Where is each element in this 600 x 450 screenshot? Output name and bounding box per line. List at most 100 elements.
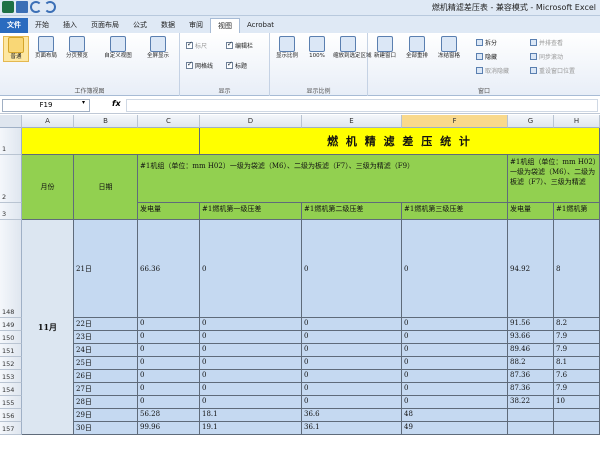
synchronous-scrolling-button[interactable]: 同步滚动 [530, 52, 563, 61]
row-header[interactable]: 155 [0, 396, 22, 409]
table-cell-h[interactable]: 7.9 [554, 331, 600, 344]
tab-acrobat[interactable]: Acrobat [240, 18, 281, 33]
row-header[interactable]: 152 [0, 357, 22, 370]
table-cell-h[interactable]: 10 [554, 396, 600, 409]
gridlines-checkbox[interactable]: 网格线 [186, 60, 213, 70]
select-all-corner[interactable] [0, 115, 22, 128]
column-header-h[interactable]: H [554, 115, 600, 128]
row-header[interactable]: 1 [0, 128, 22, 155]
table-cell-e[interactable]: 0 [302, 220, 402, 318]
row-header[interactable]: 151 [0, 344, 22, 357]
table-cell-d[interactable]: 0 [200, 370, 302, 383]
table-cell-e[interactable]: 36.1 [302, 422, 402, 435]
column-header-b[interactable]: B [74, 115, 138, 128]
sub-header[interactable]: #1燃机第三级压差 [402, 203, 508, 220]
table-cell-d[interactable]: 19.1 [200, 422, 302, 435]
table-cell-g[interactable]: 88.2 [508, 357, 554, 370]
row-header[interactable]: 156 [0, 409, 22, 422]
column-header-a[interactable]: A [22, 115, 74, 128]
tab-formulas[interactable]: 公式 [126, 18, 154, 33]
table-cell-date[interactable]: 29日 [74, 409, 138, 422]
formula-input[interactable] [126, 99, 598, 112]
table-cell-d[interactable]: 0 [200, 396, 302, 409]
table-cell-h[interactable]: 7.9 [554, 344, 600, 357]
freeze-panes-button[interactable]: 冻结窗格 [436, 36, 462, 60]
table-cell-c[interactable]: 0 [138, 370, 200, 383]
headings-checkbox[interactable]: 标题 [226, 60, 247, 70]
table-cell-date[interactable]: 21日 [74, 220, 138, 318]
table-cell-date[interactable]: 30日 [74, 422, 138, 435]
tab-data[interactable]: 数据 [154, 18, 182, 33]
sub-header[interactable]: #1燃机第一级压差 [200, 203, 302, 220]
table-cell-e[interactable]: 0 [302, 357, 402, 370]
table-cell-h[interactable]: 8.2 [554, 318, 600, 331]
table-cell-g[interactable]: 91.56 [508, 318, 554, 331]
table-cell-c[interactable]: 56.28 [138, 409, 200, 422]
table-cell-e[interactable]: 0 [302, 396, 402, 409]
sub-header[interactable]: 发电量 [138, 203, 200, 220]
table-cell-f[interactable]: 0 [402, 396, 508, 409]
table-cell-g[interactable] [508, 409, 554, 422]
table-cell-c[interactable]: 0 [138, 318, 200, 331]
row-header[interactable]: 3 [0, 203, 22, 220]
table-cell-date[interactable]: 23日 [74, 331, 138, 344]
table-cell-h[interactable]: 8 [554, 220, 600, 318]
column-header-c[interactable]: C [138, 115, 200, 128]
insert-function-icon[interactable]: fx [112, 99, 121, 108]
table-cell-e[interactable]: 36.6 [302, 409, 402, 422]
table-cell-d[interactable]: 0 [200, 220, 302, 318]
table-cell-g[interactable]: 89.46 [508, 344, 554, 357]
table-cell-h[interactable]: 7.6 [554, 370, 600, 383]
tab-review[interactable]: 审阅 [182, 18, 210, 33]
table-cell-date[interactable]: 25日 [74, 357, 138, 370]
tab-home[interactable]: 开始 [28, 18, 56, 33]
table-cell-d[interactable]: 0 [200, 344, 302, 357]
table-cell-d[interactable]: 0 [200, 318, 302, 331]
redo-icon[interactable] [44, 1, 56, 13]
table-cell-f[interactable]: 49 [402, 422, 508, 435]
normal-view-button[interactable]: 普通 [3, 36, 29, 62]
table-cell-f[interactable]: 0 [402, 331, 508, 344]
table-cell-g[interactable] [508, 422, 554, 435]
tab-insert[interactable]: 插入 [56, 18, 84, 33]
zoom-100-button[interactable]: 100% [304, 36, 330, 60]
arrange-all-button[interactable]: 全部重排 [404, 36, 430, 60]
reset-window-position-button[interactable]: 重设窗口位置 [530, 66, 575, 75]
table-cell-e[interactable]: 0 [302, 370, 402, 383]
excel-app-icon[interactable] [2, 1, 14, 13]
ruler-checkbox[interactable]: 标尺 [186, 40, 207, 50]
table-cell-f[interactable]: 0 [402, 370, 508, 383]
table-cell-h[interactable] [554, 409, 600, 422]
tab-view[interactable]: 视图 [210, 18, 240, 33]
sub-header[interactable]: #1燃机第 [554, 203, 600, 220]
row-header[interactable]: 150 [0, 331, 22, 344]
month-header[interactable]: 月份 [22, 155, 74, 220]
table-cell-d[interactable]: 18.1 [200, 409, 302, 422]
table-cell-date[interactable]: 24日 [74, 344, 138, 357]
table-cell-f[interactable]: 0 [402, 220, 508, 318]
cell-a1[interactable] [22, 128, 200, 155]
table-cell-c[interactable]: 0 [138, 357, 200, 370]
column-header-g[interactable]: G [508, 115, 554, 128]
table-cell-h[interactable] [554, 422, 600, 435]
row-header[interactable]: 148 [0, 220, 22, 318]
table-cell-e[interactable]: 0 [302, 331, 402, 344]
zoom-button[interactable]: 显示比例 [274, 36, 300, 60]
table-cell-g[interactable]: 87.36 [508, 383, 554, 396]
table-cell-date[interactable]: 22日 [74, 318, 138, 331]
sheet-title[interactable]: 燃 机 精 滤 差 压 统 计 [200, 128, 600, 155]
table-cell-date[interactable]: 26日 [74, 370, 138, 383]
table-cell-c[interactable]: 0 [138, 344, 200, 357]
table-cell-g[interactable]: 94.92 [508, 220, 554, 318]
table-cell-c[interactable]: 66.36 [138, 220, 200, 318]
new-window-button[interactable]: 新建窗口 [372, 36, 398, 60]
table-cell-g[interactable]: 38.22 [508, 396, 554, 409]
table-cell-f[interactable]: 48 [402, 409, 508, 422]
table-cell-e[interactable]: 0 [302, 383, 402, 396]
save-icon[interactable] [16, 1, 28, 13]
column-header-d[interactable]: D [200, 115, 302, 128]
row-header[interactable]: 149 [0, 318, 22, 331]
page-layout-view-button[interactable]: 页面布局 [33, 36, 59, 60]
column-header-f[interactable]: F [402, 115, 508, 128]
month-cell[interactable]: 11月 [22, 220, 74, 435]
